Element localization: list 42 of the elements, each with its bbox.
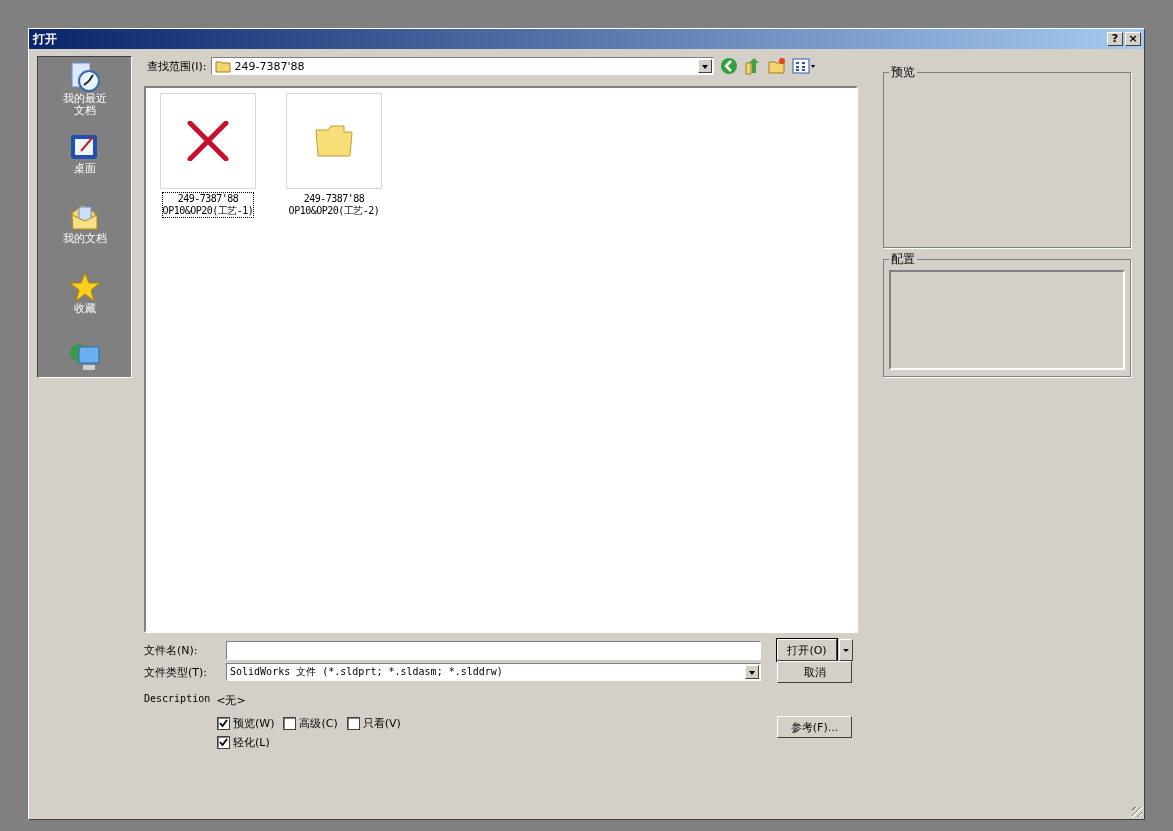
- look-in-dropdown[interactable]: 249-7387'88: [210, 57, 714, 75]
- places-item[interactable]: 我的文档: [51, 201, 118, 265]
- globe-computer-icon: [68, 341, 101, 373]
- preview-title: 预览: [890, 64, 916, 81]
- view-menu-icon[interactable]: [791, 58, 816, 74]
- places-item[interactable]: 我的最近文档: [51, 61, 118, 125]
- back-icon[interactable]: [719, 57, 738, 75]
- clock-document-icon: [68, 61, 101, 93]
- help-button[interactable]: ?: [1107, 32, 1123, 46]
- open-options-button[interactable]: [839, 639, 853, 661]
- checkbox-option[interactable]: 轻化(L): [218, 735, 275, 750]
- file-type-dropdown[interactable]: SolidWorks 文件 (*.sldprt; *.sldasm; *.slddrw): [226, 663, 761, 681]
- file-item[interactable]: 249-7387'88 OP10&OP20(工艺-2): [280, 93, 388, 218]
- checkmark-icon: [219, 719, 228, 728]
- new-folder-icon[interactable]: [767, 57, 786, 75]
- places-item[interactable]: 桌面: [51, 131, 118, 195]
- references-button[interactable]: 参考(F)...: [777, 716, 852, 738]
- file-type-label: 文件类型(T):: [144, 664, 208, 680]
- close-button[interactable]: ×: [1125, 32, 1141, 46]
- description-value: <无>: [216, 693, 246, 708]
- file-item[interactable]: 249-7387'88 OP10&OP20(工艺-1): [154, 93, 262, 218]
- open-button[interactable]: 打开(O): [777, 639, 837, 661]
- file-name: 249-7387'88 OP10&OP20(工艺-1): [161, 192, 255, 218]
- checkmark-icon: [219, 738, 228, 747]
- cancel-button[interactable]: 取消: [777, 661, 852, 683]
- folder-icon: [214, 59, 231, 73]
- resize-grip-icon: [1132, 807, 1142, 817]
- star-icon: [68, 271, 101, 303]
- look-in-label: 查找范围(I):: [147, 58, 207, 74]
- file-name-field[interactable]: [226, 640, 761, 660]
- up-folder-icon[interactable]: [743, 57, 762, 75]
- checkbox-option[interactable]: 预览(W): [218, 716, 275, 731]
- checkbox-option[interactable]: 只看(V): [347, 716, 401, 731]
- file-name: 249-7387'88 OP10&OP20(工艺-2): [287, 192, 381, 218]
- places-item[interactable]: 收藏: [51, 271, 118, 335]
- description-label: Description: [144, 693, 211, 706]
- file-name-label: 文件名(N):: [144, 642, 199, 658]
- x-mark-icon: [186, 121, 230, 161]
- window-title: 打开: [33, 30, 57, 48]
- checkbox-option[interactable]: 高级(C): [284, 716, 338, 731]
- configuration-title: 配置: [890, 251, 916, 268]
- folder-icon: [314, 124, 354, 158]
